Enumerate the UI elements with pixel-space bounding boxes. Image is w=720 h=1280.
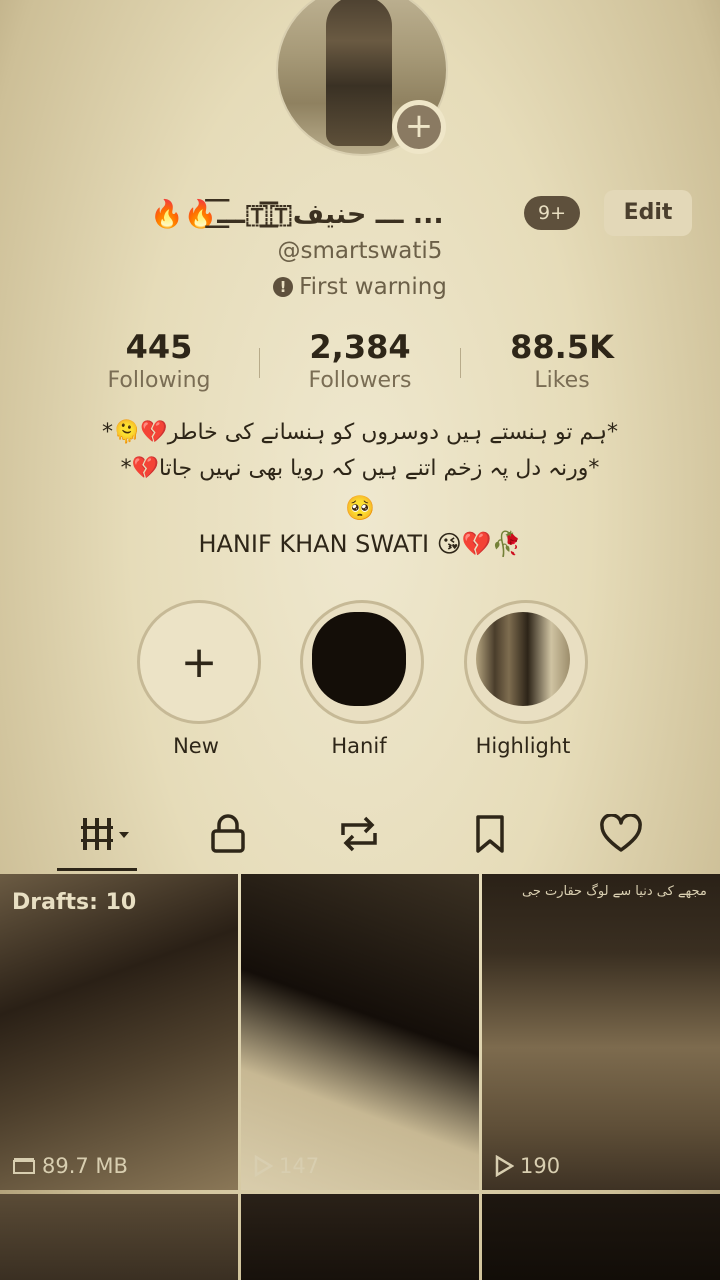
bio-line: *ورنہ دل پہ زخم اتنے ہیں کہ رویا بھی نہی… bbox=[120, 456, 600, 481]
video-tile[interactable]: مجھے کی دنیا سے لوگ حقارت جی 190 bbox=[482, 874, 720, 1190]
play-icon bbox=[254, 1155, 273, 1177]
video-tile[interactable] bbox=[241, 1194, 479, 1280]
stat-label: Likes bbox=[534, 368, 590, 393]
active-tab-indicator bbox=[57, 868, 137, 871]
tab-liked[interactable] bbox=[566, 806, 676, 862]
stat-following[interactable]: 445 Following bbox=[59, 328, 259, 393]
repost-icon bbox=[341, 816, 377, 852]
heart-icon bbox=[600, 814, 642, 852]
tab-private[interactable] bbox=[173, 806, 283, 862]
drafts-count: Drafts: 10 bbox=[12, 890, 137, 915]
stat-label: Followers bbox=[308, 368, 412, 393]
edit-profile-button[interactable]: Edit bbox=[604, 190, 692, 236]
storage-icon bbox=[13, 1158, 35, 1174]
videos-grid-icon bbox=[81, 818, 129, 850]
video-tile[interactable]: 147 bbox=[241, 874, 479, 1190]
tab-favorites[interactable] bbox=[435, 806, 545, 862]
stat-value: 88.5K bbox=[510, 328, 614, 366]
video-caption: مجھے کی دنیا سے لوگ حقارت جی bbox=[522, 884, 707, 899]
highlight-new-button[interactable]: + bbox=[137, 600, 261, 724]
highlight-hanif[interactable] bbox=[300, 600, 424, 724]
highlight-label: Highlight bbox=[475, 734, 571, 758]
highlight-highlight[interactable] bbox=[464, 600, 588, 724]
stat-value: 2,384 bbox=[309, 328, 411, 366]
lock-icon bbox=[211, 814, 245, 853]
highlight-label: Hanif bbox=[331, 734, 387, 758]
bookmark-icon bbox=[476, 815, 504, 853]
profile-handle: @smartswati5 bbox=[277, 238, 443, 264]
profile-name: 🔥🔥ـــ͟͞͞🇹͟͞͞🇹ـــ حنیف ... bbox=[150, 198, 444, 230]
view-count: 147 bbox=[279, 1154, 320, 1178]
bio-line: *ہم تو ہنستے ہیں دوسروں کو ہنسانے کی خاط… bbox=[102, 420, 618, 445]
warning-icon: ! bbox=[273, 277, 294, 297]
add-avatar-button[interactable]: + bbox=[392, 100, 446, 154]
plus-icon: + bbox=[397, 105, 441, 149]
warning-notice[interactable]: ! First warning bbox=[0, 274, 720, 300]
warning-text: First warning bbox=[299, 274, 447, 300]
tab-reposts[interactable] bbox=[304, 806, 414, 862]
highlight-label: New bbox=[173, 734, 219, 758]
video-meta: 147 bbox=[253, 1154, 319, 1178]
stat-label: Following bbox=[107, 368, 211, 393]
profile-name-row: 🔥🔥ـــ͟͞͞🇹͟͞͞🇹ـــ حنیف ... bbox=[150, 190, 444, 238]
video-meta: 89.7 MB bbox=[12, 1154, 128, 1178]
stat-value: 445 bbox=[125, 328, 193, 366]
stat-divider bbox=[460, 348, 461, 378]
bio-line: 🥺 bbox=[345, 494, 375, 522]
video-meta: 190 bbox=[494, 1154, 560, 1178]
stat-followers[interactable]: 2,384 Followers bbox=[260, 328, 460, 393]
view-count: 190 bbox=[520, 1154, 561, 1178]
play-icon bbox=[495, 1155, 514, 1177]
drafts-tile[interactable]: Drafts: 10 89.7 MB bbox=[0, 874, 238, 1190]
video-tile[interactable] bbox=[0, 1194, 238, 1280]
bio-line: HANIF KHAN SWATI 😘💔🥀 bbox=[198, 530, 522, 558]
notification-badge[interactable]: 9+ bbox=[524, 196, 580, 230]
tab-videos[interactable] bbox=[50, 806, 160, 862]
plus-icon: + bbox=[180, 636, 218, 688]
video-tile[interactable] bbox=[482, 1194, 720, 1280]
stat-likes[interactable]: 88.5K Likes bbox=[462, 328, 662, 393]
file-size: 89.7 MB bbox=[42, 1154, 128, 1178]
